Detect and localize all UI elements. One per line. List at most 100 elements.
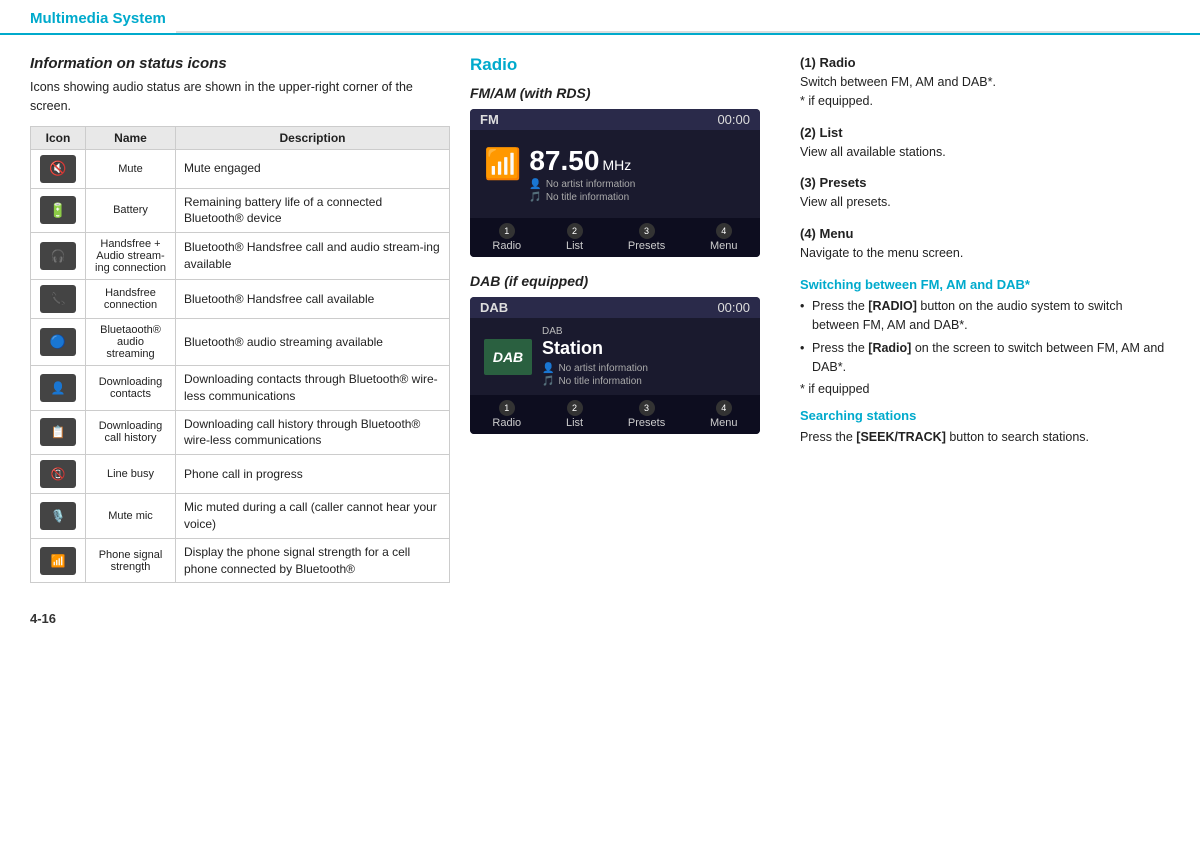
- fm-band: FM: [480, 112, 499, 127]
- list-item: Press the [RADIO] button on the audio sy…: [800, 297, 1170, 335]
- icon-cell: 📵: [31, 455, 86, 494]
- icon-cell: 🔇: [31, 149, 86, 188]
- section-presets: (3) Presets View all presets.: [800, 175, 1170, 212]
- dab-label-text: DAB: [542, 326, 648, 337]
- icon-desc-cell: Downloading call history through Bluetoo…: [176, 410, 450, 455]
- table-row: 📋 Downloading call history Downloading c…: [31, 410, 450, 455]
- icon-desc-cell: Remaining battery life of a connected Bl…: [176, 188, 450, 233]
- nav-label: Radio: [492, 240, 521, 252]
- section-title-radio: (1) Radio: [800, 55, 1170, 70]
- section-body-presets: View all presets.: [800, 193, 1170, 212]
- icon-desc-cell: Downloading contacts through Bluetooth® …: [176, 366, 450, 411]
- col-icon-header: Icon: [31, 126, 86, 149]
- switching-note: * if equipped: [800, 382, 1170, 396]
- fm-nav-item[interactable]: 1Radio: [492, 223, 521, 252]
- col-name-header: Name: [86, 126, 176, 149]
- section-title-list: (2) List: [800, 125, 1170, 140]
- nav-label: Presets: [628, 240, 665, 252]
- header-divider: [176, 31, 1170, 33]
- table-row: 📵 Line busy Phone call in progress: [31, 455, 450, 494]
- dab-station: Station: [542, 338, 648, 359]
- nav-label: Radio: [492, 417, 521, 429]
- nav-label: Presets: [628, 417, 665, 429]
- section-body-radio: Switch between FM, AM and DAB*.* if equi…: [800, 73, 1170, 111]
- fmam-title: FM/AM (with RDS): [470, 85, 780, 101]
- icon-name-cell: Downloading call history: [86, 410, 176, 455]
- fm-nav-item[interactable]: 4Menu: [710, 223, 738, 252]
- table-row: 👤 Downloading contacts Downloading conta…: [31, 366, 450, 411]
- dab-nav-bar: 1Radio 2List 3Presets 4Menu: [470, 395, 760, 434]
- table-row: 🔇 Mute Mute engaged: [31, 149, 450, 188]
- fm-nav-item[interactable]: 2List: [566, 223, 583, 252]
- nav-num: 3: [639, 223, 655, 239]
- dab-nav-item[interactable]: 3Presets: [628, 400, 665, 429]
- nav-num: 1: [499, 223, 515, 239]
- section-list: (2) List View all available stations.: [800, 125, 1170, 162]
- page-number: 4-16: [0, 603, 1200, 634]
- switching-bullets: Press the [RADIO] button on the audio sy…: [800, 297, 1170, 377]
- icon-name-cell: Handsfree + Audio stream-ing connection: [86, 233, 176, 280]
- fm-frequency: 87.50 MHz: [529, 145, 635, 177]
- nav-label: Menu: [710, 240, 738, 252]
- fm-top-bar: FM 00:00: [470, 109, 760, 130]
- fm-nav-item[interactable]: 3Presets: [628, 223, 665, 252]
- right-column: (1) Radio Switch between FM, AM and DAB*…: [800, 55, 1170, 583]
- icon-cell: 🎙️: [31, 494, 86, 539]
- icon-cell: 👤: [31, 366, 86, 411]
- page-body: Information on status icons Icons showin…: [0, 35, 1200, 603]
- table-row: 🎙️ Mute mic Mic muted during a call (cal…: [31, 494, 450, 539]
- icon-name-cell: Bluetaooth® audio streaming: [86, 319, 176, 366]
- icon-name-cell: Phone signal strength: [86, 538, 176, 583]
- dab-title-info: 🎵 No title information: [542, 376, 648, 387]
- section-title-menu: (4) Menu: [800, 226, 1170, 241]
- icon-name-cell: Downloading contacts: [86, 366, 176, 411]
- searching-title: Searching stations: [800, 408, 1170, 423]
- dab-artist-info: 👤 No artist information: [542, 363, 648, 374]
- table-row: 🎧 Handsfree + Audio stream-ing connectio…: [31, 233, 450, 280]
- icon-cell: 📞: [31, 280, 86, 319]
- fm-title-info: 🎵 No title information: [529, 192, 635, 203]
- switching-title: Switching between FM, AM and DAB*: [800, 277, 1170, 292]
- nav-num: 4: [716, 400, 732, 416]
- table-row: 📶 Phone signal strength Display the phon…: [31, 538, 450, 583]
- icon-desc-cell: Bluetooth® audio streaming available: [176, 319, 450, 366]
- fm-time: 00:00: [717, 112, 750, 127]
- fm-nav-bar: 1Radio 2List 3Presets 4Menu: [470, 218, 760, 257]
- dab-logo: DAB: [484, 339, 532, 375]
- nav-num: 3: [639, 400, 655, 416]
- icon-cell: 📶: [31, 538, 86, 583]
- middle-column: Radio FM/AM (with RDS) FM 00:00 📶 87.50 …: [470, 55, 780, 583]
- fm-artist-info: 👤 No artist information: [529, 179, 635, 190]
- dab-top-bar: DAB 00:00: [470, 297, 760, 318]
- section-menu: (4) Menu Navigate to the menu screen.: [800, 226, 1170, 263]
- dab-nav-item[interactable]: 1Radio: [492, 400, 521, 429]
- icon-cell: 🔵: [31, 319, 86, 366]
- icon-desc-cell: Phone call in progress: [176, 455, 450, 494]
- nav-num: 2: [567, 223, 583, 239]
- nav-label: List: [566, 417, 583, 429]
- dab-screen-content: DAB DAB Station 👤 No artist information …: [470, 318, 760, 395]
- dab-time: 00:00: [717, 300, 750, 315]
- fm-screen-content: 📶 87.50 MHz 👤 No artist information 🎵: [470, 130, 760, 218]
- nav-label: Menu: [710, 417, 738, 429]
- nav-label: List: [566, 240, 583, 252]
- dab-nav-item[interactable]: 4Menu: [710, 400, 738, 429]
- nav-num: 1: [499, 400, 515, 416]
- section-body-menu: Navigate to the menu screen.: [800, 244, 1170, 263]
- icon-cell: 📋: [31, 410, 86, 455]
- dab-screen-mockup: DAB 00:00 DAB DAB Station 👤 No artist in…: [470, 297, 760, 434]
- icon-name-cell: Mute: [86, 149, 176, 188]
- icon-name-cell: Line busy: [86, 455, 176, 494]
- table-row: 🔵 Bluetaooth® audio streaming Bluetooth®…: [31, 319, 450, 366]
- nav-num: 2: [567, 400, 583, 416]
- icon-desc-cell: Bluetooth® Handsfree call and audio stre…: [176, 233, 450, 280]
- icon-name-cell: Battery: [86, 188, 176, 233]
- page-header: Multimedia System: [0, 0, 1200, 35]
- icon-cell: 🔋: [31, 188, 86, 233]
- left-column: Information on status icons Icons showin…: [30, 55, 450, 583]
- wifi-icon: 📶: [484, 147, 521, 182]
- icon-desc-cell: Mute engaged: [176, 149, 450, 188]
- dab-nav-item[interactable]: 2List: [566, 400, 583, 429]
- icon-cell: 🎧: [31, 233, 86, 280]
- section-title: Information on status icons: [30, 55, 450, 72]
